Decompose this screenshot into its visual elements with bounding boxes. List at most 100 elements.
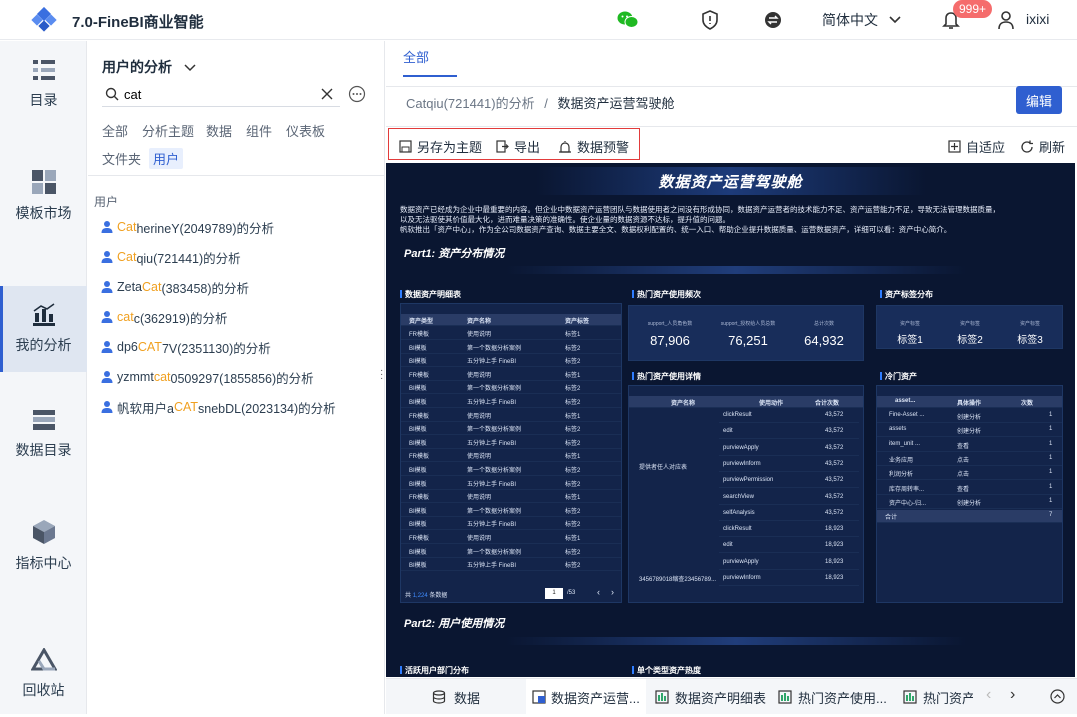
nav-my-analysis[interactable]: 我的分析	[0, 286, 87, 372]
cell-name: 使用说明	[467, 536, 492, 542]
breadcrumb-parent[interactable]: Catqiu(721441)的分析	[406, 96, 535, 111]
cell-name: 第一个数据分析案例	[467, 549, 522, 556]
cell-type: FR模板	[409, 454, 429, 461]
filter-folder[interactable]: 文件夹	[102, 149, 141, 168]
shield-icon[interactable]	[699, 9, 721, 31]
cell-asset: 利润分析	[889, 472, 914, 479]
search-input[interactable]	[124, 84, 314, 104]
user-name-highlight: Cat	[142, 280, 162, 294]
bottom-tab-dashboard[interactable]: 数据资产运营...	[526, 679, 646, 715]
header-asset: 资产名称	[671, 401, 696, 407]
scroll-left-icon[interactable]: ‹	[986, 686, 991, 704]
nav-catalog[interactable]: 目录	[0, 41, 87, 127]
cell-tag: 标签2	[565, 468, 581, 474]
user-item[interactable]: Cat qiu(721441)的分析	[100, 247, 241, 267]
user-name-prefix: dp6	[117, 340, 138, 354]
prev-page-icon[interactable]: ‹	[597, 587, 600, 597]
hot-detail-table: 资产名称 使用动作 合计次数 提供者任人对应表 3456789018缩查2345…	[628, 385, 864, 603]
user-item[interactable]: cat c(362919)的分析	[100, 307, 227, 327]
nav-data-catalog[interactable]: 数据目录	[0, 391, 87, 477]
cell-type: BI模板	[409, 400, 427, 406]
dashboard-desc-1: 数据资产已经成为企业中最重要的内容。但企业中数据资产运营团队与数据使用者之间没有…	[400, 205, 1000, 214]
table-header: 资产名称 使用动作 合计次数	[629, 396, 863, 408]
person-icon	[101, 371, 113, 383]
template-icon	[31, 170, 56, 194]
hot-group-2: 3456789018缩查23456789...	[639, 577, 717, 583]
nav-recycle-bin[interactable]: 回收站	[0, 631, 87, 717]
page-input[interactable]: 1	[545, 588, 563, 599]
user-name-highlight: CAT	[137, 340, 162, 354]
save-as-subject-button[interactable]: 另存为主题	[399, 137, 482, 156]
cell-total: 18,923	[825, 526, 844, 533]
nav-metric-center[interactable]: 指标中心	[0, 503, 87, 589]
filter-all[interactable]: 全部	[102, 121, 128, 140]
cell-tag: 标签1	[565, 413, 581, 420]
language-select[interactable]: 简体中文	[822, 10, 902, 30]
section-label: 用户	[94, 195, 119, 209]
filter-subject[interactable]: 分析主题	[142, 121, 194, 140]
cell-action: selfAnalysis	[723, 509, 755, 516]
user-icon[interactable]	[995, 9, 1017, 31]
user-name-prefix: 帆软用户a	[117, 401, 174, 416]
nav-template-market[interactable]: 模板市场	[0, 153, 87, 239]
table-row: BI模板 五分钟上手 FineBI 标签2	[401, 517, 621, 531]
fit-button[interactable]: 自适应	[948, 137, 1005, 156]
filter-component[interactable]: 组件	[246, 121, 272, 140]
user-item[interactable]: 帆软用户a CAT snebDL(2023134)的分析	[100, 397, 336, 417]
refresh-button[interactable]: 刷新	[1020, 137, 1065, 156]
data-alert-button[interactable]: 数据预警	[558, 137, 629, 156]
breadcrumb-separator: /	[544, 96, 548, 111]
kpi-1: support_人员角色数 87,906	[647, 321, 693, 348]
user-item[interactable]: dp6 CAT 7V(2351130)的分析	[100, 337, 271, 357]
collapse-up-icon[interactable]	[1050, 689, 1065, 704]
kpi-panel: support_人员角色数 87,906 support_授权给人员总数 76,25…	[628, 305, 864, 361]
tab-all[interactable]: 全部	[403, 47, 429, 66]
user-name[interactable]: ixixi	[1026, 11, 1049, 27]
cell-asset: assets	[889, 426, 907, 433]
table-row: item_unit ... 查看 1	[877, 439, 1062, 452]
user-item[interactable]: yzmmt cat 0509297(1855856)的分析	[100, 367, 314, 387]
more-icon[interactable]	[348, 85, 366, 103]
switch-icon[interactable]	[762, 9, 784, 31]
filter-data[interactable]: 数据	[206, 121, 232, 140]
cell-action: purviewInform	[723, 460, 761, 467]
cell-action: purviewInform	[723, 575, 761, 581]
edit-button[interactable]: 编辑	[1016, 86, 1062, 114]
bottom-tab-data[interactable]: 数据	[426, 679, 486, 715]
table-row: purviewInform 43,572	[719, 459, 859, 472]
scroll-right-icon[interactable]: ›	[1010, 686, 1015, 704]
person-icon	[101, 221, 113, 233]
bottom-tab-detail-table[interactable]: 数据资产明细表	[649, 679, 772, 715]
cell-action: edit	[723, 428, 733, 435]
cell-type: BI模板	[409, 345, 427, 352]
cell-total: 43,572	[825, 460, 844, 467]
resize-handle[interactable]: · · ·	[380, 366, 383, 384]
filter-dashboard[interactable]: 仪表板	[286, 121, 325, 140]
next-page-icon[interactable]: ›	[611, 587, 614, 597]
page-count: /53	[567, 590, 576, 596]
cell-name: 五分钟上手 FineBI	[467, 400, 517, 406]
table-row: assets 创建分析 1	[877, 424, 1062, 438]
bottom-tab-hot-usage[interactable]: 热门资产使用...	[772, 679, 893, 715]
cell-count: 1	[1049, 497, 1053, 504]
wechat-icon[interactable]	[617, 9, 639, 31]
panel-title[interactable]: 用户的分析	[102, 57, 196, 77]
part-divider	[506, 266, 966, 274]
filter-user[interactable]: 用户	[149, 148, 184, 169]
cell-op: 创建分析	[957, 415, 982, 421]
user-item[interactable]: Cat herineY(2049789)的分析	[100, 217, 274, 237]
cell-op: 创建分析	[957, 500, 982, 507]
cell-tag: 标签2	[565, 400, 581, 406]
refresh-icon	[1021, 140, 1033, 153]
dashboard-canvas: 数据资产运营驾驶舱 数据资产已经成为企业中最重要的内容。但企业中数据资产运营团队…	[386, 163, 1075, 677]
divider	[88, 175, 384, 176]
header-type: 资产类型	[409, 319, 434, 325]
user-item[interactable]: Zeta Cat (383458)的分析	[100, 277, 249, 297]
app-title: 7.0-FineBI商业智能	[72, 14, 204, 31]
total-value: 7	[1049, 512, 1053, 519]
close-icon[interactable]	[320, 87, 334, 101]
user-name-highlight: Cat	[117, 220, 137, 234]
table-row: BI模板 第一个数据分析案例 标签2	[401, 422, 621, 436]
export-button[interactable]: 导出	[496, 137, 540, 156]
bottom-tab-hot[interactable]: 热门资产	[897, 679, 973, 715]
